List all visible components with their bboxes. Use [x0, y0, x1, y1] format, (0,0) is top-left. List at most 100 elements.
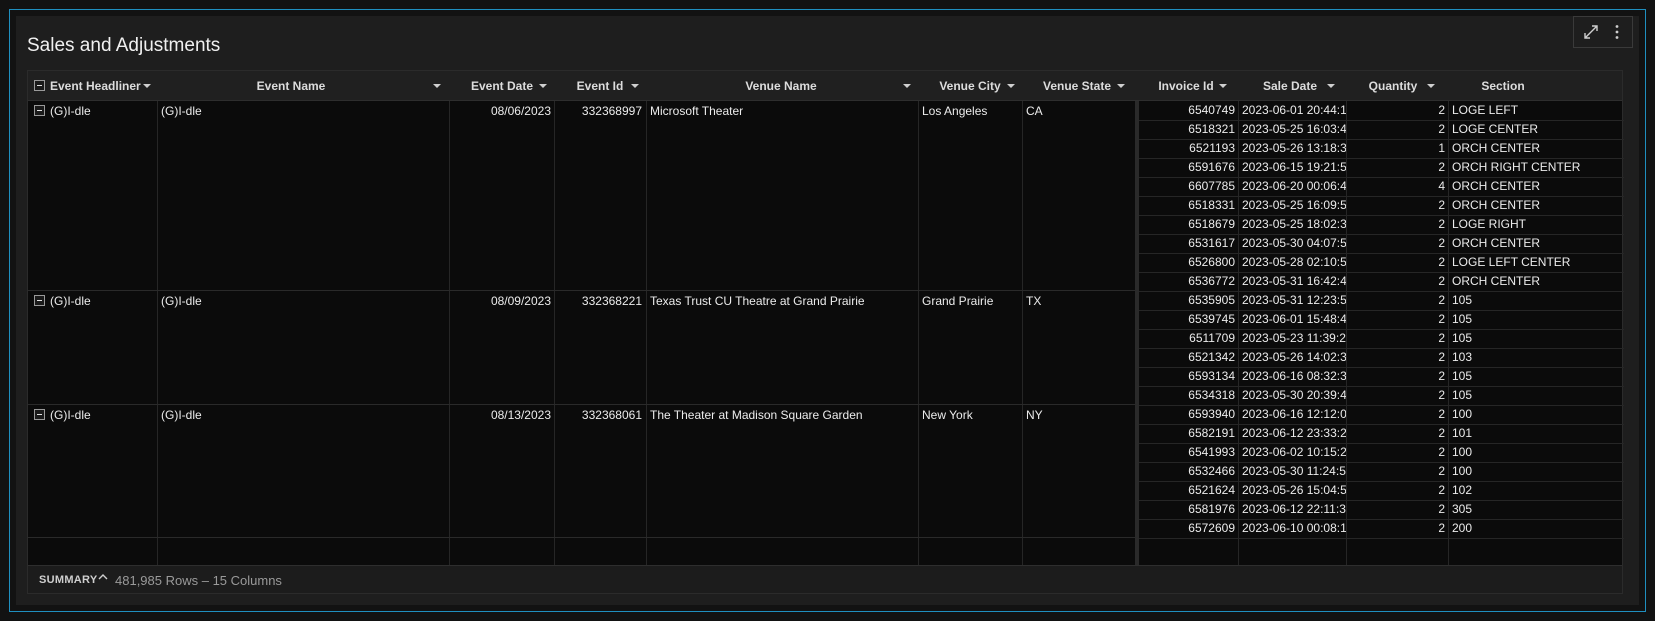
- collapse-all-icon[interactable]: [34, 80, 45, 91]
- cell-section: 200: [1452, 521, 1473, 535]
- table-row[interactable]: 6607785 2023-06-20 00:06:43 4 ORCH CENTER: [1139, 177, 1624, 197]
- cell-invoice-id: 6535905: [1188, 293, 1235, 307]
- table-row[interactable]: 6593940 2023-06-16 12:12:04 2 100: [1139, 405, 1624, 425]
- table-row[interactable]: 6582191 2023-06-12 23:33:23 2 101: [1139, 424, 1624, 444]
- cell-invoice-id: 6572609: [1188, 521, 1235, 535]
- table-widget: Sales and Adjustments Event Headliner Ev…: [16, 16, 1639, 605]
- column-header-event-headliner[interactable]: Event Headliner: [50, 71, 141, 101]
- cell-section: ORCH CENTER: [1452, 198, 1541, 212]
- row-column-count: 481,985 Rows – 15 Columns: [115, 573, 282, 588]
- cell-quantity: 2: [1438, 521, 1445, 535]
- table-row[interactable]: 6532466 2023-05-30 11:24:54 2 100: [1139, 462, 1624, 482]
- cell-quantity: 2: [1438, 483, 1445, 497]
- cell-section: LOGE LEFT: [1452, 103, 1519, 117]
- chevron-down-icon[interactable]: [1219, 84, 1227, 88]
- cell-invoice-id: 6534318: [1188, 388, 1235, 402]
- cell-section: LOGE LEFT CENTER: [1452, 255, 1571, 269]
- cell-venue-name: Texas Trust CU Theatre at Grand Prairie: [650, 294, 865, 308]
- cell-invoice-id: 6521624: [1188, 483, 1235, 497]
- cell-invoice-id: 6518331: [1188, 198, 1235, 212]
- cell-section: 105: [1452, 331, 1473, 345]
- table-row[interactable]: 6593134 2023-06-16 08:32:34 2 105: [1139, 367, 1624, 387]
- collapse-group-icon[interactable]: [34, 105, 45, 116]
- summary-toggle[interactable]: SUMMARY: [39, 574, 98, 586]
- table-row[interactable]: 6534318 2023-05-30 20:39:46 2 105: [1139, 386, 1624, 406]
- cell-sale-date: 2023-05-26 13:18:32: [1242, 141, 1346, 155]
- cell-quantity: 2: [1438, 407, 1445, 421]
- chevron-down-icon[interactable]: [433, 84, 441, 88]
- cell-sale-date: 2023-06-01 20:44:19: [1242, 103, 1346, 117]
- cell-quantity: 2: [1438, 217, 1445, 231]
- cell-section: 105: [1452, 293, 1473, 307]
- cell-invoice-id: 6532466: [1188, 464, 1235, 478]
- cell-sale-date: 2023-05-31 12:23:58: [1242, 293, 1346, 307]
- chevron-down-icon[interactable]: [1327, 84, 1335, 88]
- group-row: (G)I-dle (G)I-dle 08/09/2023 332368221 Texas…: [28, 291, 1135, 405]
- chevron-down-icon[interactable]: [1117, 84, 1125, 88]
- cell-sale-date: 2023-05-25 16:09:56: [1242, 198, 1346, 212]
- cell-venue-city: New York: [922, 408, 973, 422]
- expand-icon[interactable]: [1580, 23, 1602, 43]
- table-row[interactable]: 6535905 2023-05-31 12:23:58 2 105: [1139, 291, 1624, 311]
- cell-quantity: 2: [1438, 122, 1445, 136]
- cell-invoice-id: 6539745: [1188, 312, 1235, 326]
- cell-quantity: 2: [1438, 369, 1445, 383]
- chevron-down-icon[interactable]: [143, 84, 151, 88]
- table-row[interactable]: 6518331 2023-05-25 16:09:56 2 ORCH CENTER: [1139, 196, 1624, 216]
- group-row: (G)I-dle (G)I-dle 08/13/2023 332368061 The T…: [28, 405, 1135, 538]
- cell-venue-city: Grand Prairie: [922, 294, 994, 308]
- collapse-group-icon[interactable]: [34, 409, 45, 420]
- chevron-down-icon[interactable]: [539, 84, 547, 88]
- table-row[interactable]: 6581976 2023-06-12 22:11:31 2 305: [1139, 500, 1624, 520]
- cell-headliner: (G)I-dle: [50, 294, 91, 308]
- chevron-down-icon[interactable]: [903, 84, 911, 88]
- cell-sale-date: 2023-05-25 18:02:37: [1242, 217, 1346, 231]
- table-row[interactable]: 6536772 2023-05-31 16:42:48 2 ORCH CENTER: [1139, 272, 1624, 292]
- cell-event-name: (G)I-dle: [161, 104, 202, 118]
- table-row[interactable]: 6572609 2023-06-10 00:08:18 2 200: [1139, 519, 1624, 539]
- table-row[interactable]: 6539745 2023-06-01 15:48:46 2 105: [1139, 310, 1624, 330]
- more-vertical-icon[interactable]: [1606, 23, 1628, 43]
- table-row[interactable]: 6511709 2023-05-23 11:39:26 2 105: [1139, 329, 1624, 349]
- table-row[interactable]: 6518321 2023-05-25 16:03:40 2 LOGE CENTER: [1139, 120, 1624, 140]
- cell-quantity: 2: [1438, 236, 1445, 250]
- table-row[interactable]: 6591676 2023-06-15 19:21:56 2 ORCH RIGHT CE…: [1139, 158, 1624, 178]
- collapse-group-icon[interactable]: [34, 295, 45, 306]
- cell-section: ORCH CENTER: [1452, 141, 1541, 155]
- table-row[interactable]: 6518679 2023-05-25 18:02:37 2 LOGE RIGHT: [1139, 215, 1624, 235]
- cell-quantity: 2: [1438, 331, 1445, 345]
- cell-section: 103: [1452, 350, 1473, 364]
- cell-sale-date: 2023-05-23 11:39:26: [1242, 331, 1346, 345]
- table-row[interactable]: 6540749 2023-06-01 20:44:19 2 LOGE LEFT: [1139, 101, 1624, 121]
- cell-section: ORCH CENTER: [1452, 236, 1541, 250]
- widget-toolbar: [1573, 16, 1633, 48]
- cell-invoice-id: 6593134: [1188, 369, 1235, 383]
- chevron-up-icon[interactable]: [98, 572, 108, 585]
- cell-quantity: 2: [1438, 293, 1445, 307]
- cell-invoice-id: 6521342: [1188, 350, 1235, 364]
- chevron-down-icon[interactable]: [1427, 84, 1435, 88]
- cell-section: 100: [1452, 464, 1473, 478]
- column-header-event-name[interactable]: Event Name: [157, 71, 425, 101]
- cell-quantity: 2: [1438, 274, 1445, 288]
- column-header-venue-state[interactable]: Venue State: [1022, 71, 1132, 101]
- cell-invoice-id: 6581976: [1188, 502, 1235, 516]
- cell-quantity: 2: [1438, 426, 1445, 440]
- cell-sale-date: 2023-06-12 23:33:23: [1242, 426, 1346, 440]
- cell-event-id: 332368997: [581, 104, 642, 118]
- column-header-venue-name[interactable]: Venue Name: [646, 71, 916, 101]
- chevron-down-icon[interactable]: [1007, 84, 1015, 88]
- table-row[interactable]: 6521342 2023-05-26 14:02:39 2 103: [1139, 348, 1624, 368]
- group-row: (G)I-dle (G)I-dle 08/06/2023 332368997 Micro…: [28, 101, 1135, 291]
- cell-section: 105: [1452, 312, 1473, 326]
- cell-section: 101: [1452, 426, 1473, 440]
- column-header-section[interactable]: Section: [1443, 71, 1563, 101]
- table-row[interactable]: 6531617 2023-05-30 04:07:56 2 ORCH CENTER: [1139, 234, 1624, 254]
- table-row[interactable]: 6541993 2023-06-02 10:15:27 2 100: [1139, 443, 1624, 463]
- chevron-down-icon[interactable]: [631, 84, 639, 88]
- table-row[interactable]: 6521193 2023-05-26 13:18:32 1 ORCH CENTER: [1139, 139, 1624, 159]
- table-row[interactable]: 6521624 2023-05-26 15:04:54 2 102: [1139, 481, 1624, 501]
- table-row[interactable]: 6526800 2023-05-28 02:10:59 2 LOGE LEFT CEN…: [1139, 253, 1624, 273]
- cell-venue-state: NY: [1026, 408, 1043, 422]
- cell-section: LOGE CENTER: [1452, 122, 1539, 136]
